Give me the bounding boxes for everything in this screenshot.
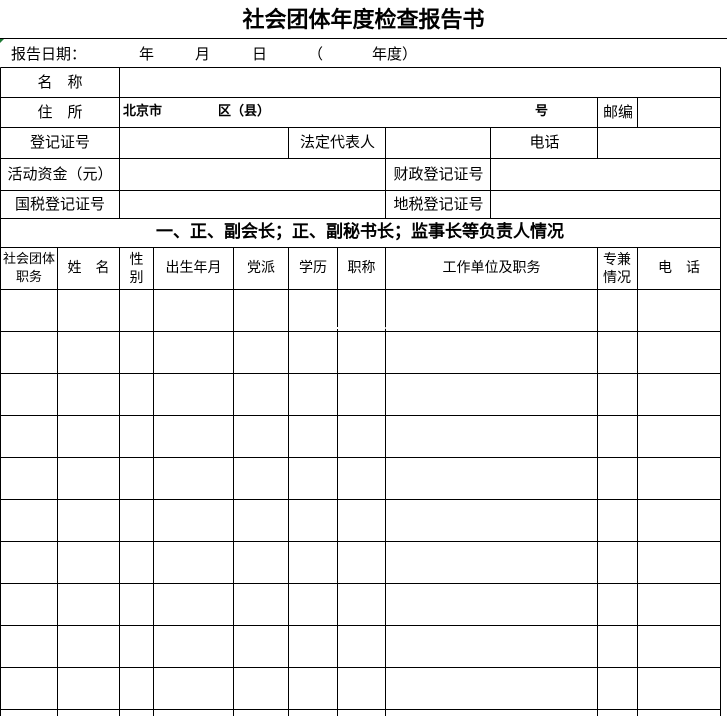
name-label: 名 称 bbox=[37, 73, 83, 91]
table-row[interactable] bbox=[1, 500, 720, 541]
table-row[interactable] bbox=[1, 458, 720, 499]
header-title: 职称 bbox=[347, 260, 376, 276]
postcode-field[interactable] bbox=[638, 98, 720, 127]
local-tax-label: 地税登记证号 bbox=[393, 195, 484, 213]
header-fulltime: 专兼情况 bbox=[603, 252, 631, 286]
table-row[interactable] bbox=[1, 332, 720, 373]
local-tax-field[interactable] bbox=[491, 191, 720, 218]
national-tax-label: 国税登记证号 bbox=[14, 195, 105, 213]
section-1-title: 一、正、副会长；正、副秘书长；监事长等负责人情况 bbox=[156, 222, 564, 242]
selection-marquee bbox=[298, 327, 430, 331]
finance-reg-label: 财政登记证号 bbox=[393, 165, 484, 183]
header-employer: 工作单位及职务 bbox=[442, 260, 541, 276]
phone-label: 电话 bbox=[529, 133, 560, 151]
table-row[interactable] bbox=[1, 290, 720, 331]
reg-no-field[interactable] bbox=[120, 128, 288, 158]
report-sheet: 社会团体年度检查报告书 报告日期： 年 月 日 （ 年度） 名 称 住 所 北京… bbox=[0, 0, 727, 716]
address-number: 号 bbox=[535, 104, 549, 119]
header-position: 社会团体职务 bbox=[2, 252, 55, 285]
funds-field[interactable] bbox=[120, 159, 385, 190]
national-tax-field[interactable] bbox=[120, 191, 385, 218]
legal-rep-label: 法定代表人 bbox=[299, 133, 375, 151]
header-gender: 性别 bbox=[129, 252, 144, 286]
phone-field[interactable] bbox=[598, 128, 720, 158]
table-row[interactable] bbox=[1, 668, 720, 709]
table-row[interactable] bbox=[1, 626, 720, 667]
address-district: 区（县） bbox=[218, 104, 271, 119]
finance-reg-field[interactable] bbox=[491, 159, 720, 190]
reg-no-label: 登记证号 bbox=[29, 133, 90, 151]
table-row[interactable] bbox=[1, 584, 720, 625]
funds-label: 活动资金（元） bbox=[7, 165, 113, 183]
table-row[interactable] bbox=[1, 416, 720, 457]
header-phone: 电 话 bbox=[658, 260, 700, 276]
table-row[interactable] bbox=[1, 374, 720, 415]
address-city: 北京市 bbox=[123, 104, 163, 119]
header-party: 党派 bbox=[247, 260, 275, 276]
header-birth: 出生年月 bbox=[165, 260, 222, 276]
legal-rep-field[interactable] bbox=[386, 128, 490, 158]
header-education: 学历 bbox=[299, 260, 327, 276]
table-row[interactable] bbox=[1, 542, 720, 583]
header-name: 姓 名 bbox=[67, 260, 110, 276]
postcode-label: 邮编 bbox=[602, 103, 633, 121]
name-field[interactable] bbox=[120, 68, 720, 97]
address-label: 住 所 bbox=[37, 103, 83, 121]
